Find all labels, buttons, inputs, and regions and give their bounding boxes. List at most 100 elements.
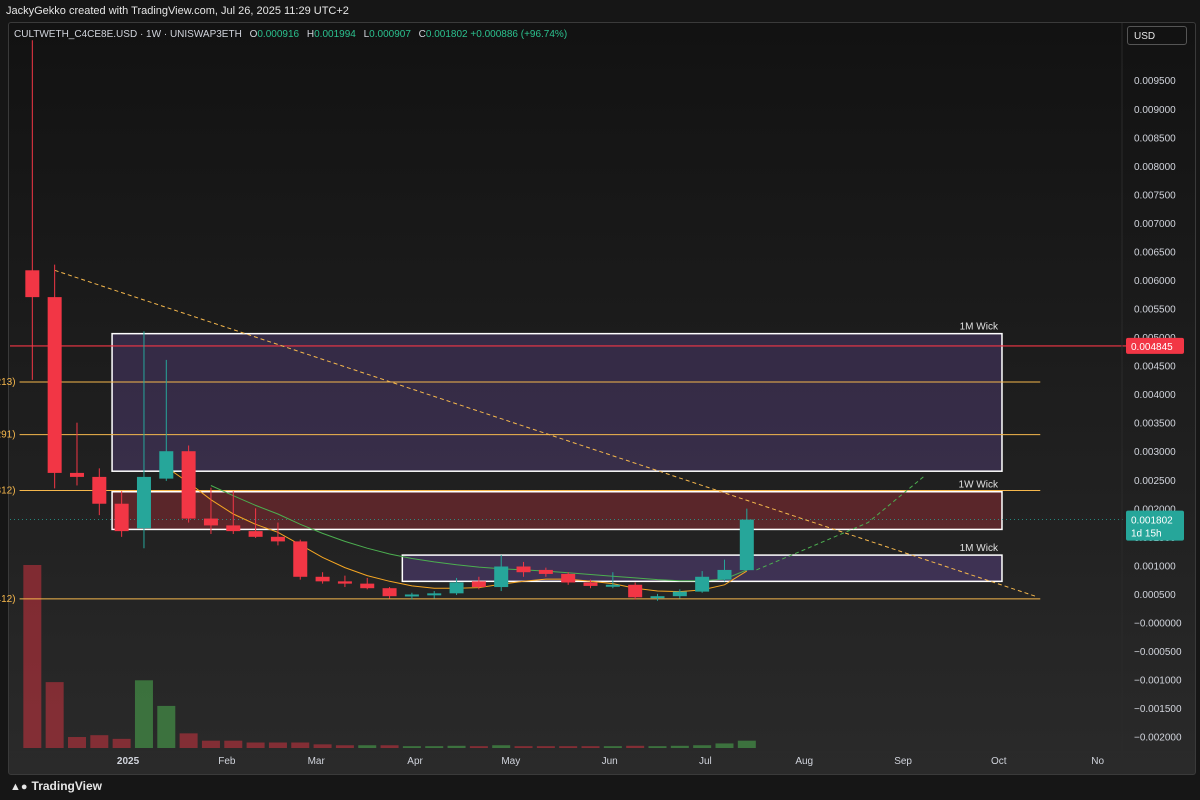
volume-bar <box>90 735 109 748</box>
y-axis-tick-label: 0.008500 <box>1134 133 1176 144</box>
volume-bar <box>693 745 712 748</box>
close-value: 0.001802 <box>425 29 468 40</box>
candle-body <box>583 582 598 586</box>
candle-body <box>449 582 464 594</box>
y-axis-tick-label: 0.008000 <box>1134 162 1176 173</box>
volume-bar <box>335 745 354 748</box>
y-axis-tick-label: 0.001000 <box>1134 561 1176 572</box>
volume-bar <box>514 746 533 748</box>
y-axis-tick-label: 0.007500 <box>1134 190 1176 201</box>
wick-zone-label: 1W Wick <box>959 480 999 491</box>
tradingview-footer[interactable]: ▲● TradingView <box>10 779 102 793</box>
volume-bar <box>358 745 377 748</box>
candle-body <box>404 594 419 597</box>
candle-body <box>25 270 40 298</box>
candle-body <box>69 472 84 477</box>
candle-body <box>248 531 263 537</box>
volume-bar <box>112 738 131 748</box>
candle-body <box>382 588 397 597</box>
volume-bar <box>157 705 176 748</box>
candle-body <box>650 596 665 599</box>
wick-zone-label: 1M Wick <box>960 322 999 333</box>
candle-body <box>92 476 107 504</box>
candle-body <box>494 566 509 588</box>
volume-bar <box>670 745 689 748</box>
candle-body <box>315 576 330 582</box>
y-axis-tick-label: 0.009500 <box>1134 76 1176 87</box>
candle-body <box>561 573 576 583</box>
candlestick-chart[interactable]: 1M Wick 1W Wick 1M Wick 0.66 (0.004213) 0.5 … <box>0 0 1200 800</box>
volume-bar <box>603 746 622 748</box>
y-axis-tick-label: 0.005500 <box>1134 305 1176 316</box>
y-axis-tick-label: −0.000000 <box>1134 618 1182 629</box>
x-axis-tick-label: 2025 <box>117 756 140 767</box>
bar-countdown-text: 1d 15h <box>1131 529 1162 540</box>
fib-level-label: 0.66 (0.004213) <box>0 377 16 388</box>
volume-bar <box>425 746 444 748</box>
candle-body <box>360 583 375 589</box>
candle-body <box>628 584 643 598</box>
tradingview-logo-icon: ▲● <box>10 781 28 793</box>
y-axis-tick-label: −0.000500 <box>1134 647 1182 658</box>
candle-body <box>672 591 687 597</box>
volume-bar <box>536 746 555 748</box>
last-price-badge-text: 0.001802 <box>1131 516 1173 527</box>
price-line-badge-text: 0.004845 <box>1131 342 1173 353</box>
volume-bar <box>581 746 600 748</box>
y-axis-tick-label: 0.006000 <box>1134 276 1176 287</box>
candle-body <box>293 541 308 577</box>
volume-bar <box>447 745 466 748</box>
fib-level-label: 0 (0.000412) <box>0 594 16 605</box>
y-axis-tick-label: 0.004500 <box>1134 362 1176 373</box>
y-axis-tick-label: 0.004000 <box>1134 390 1176 401</box>
wick-zone-box <box>111 490 1003 531</box>
change-value: +0.000886 (+96.74%) <box>470 29 568 40</box>
volume-bar <box>201 740 220 748</box>
volume-bar <box>492 745 511 748</box>
volume-bar <box>380 745 399 748</box>
volume-bar <box>715 743 734 748</box>
volume-bar <box>224 740 243 748</box>
x-axis-tick-label: Feb <box>218 756 236 767</box>
candle-body <box>427 593 442 596</box>
volume-bar <box>402 746 421 748</box>
y-axis-tick-label: −0.002000 <box>1134 733 1182 744</box>
candle-body <box>717 569 732 580</box>
candle-body <box>270 536 285 542</box>
x-axis-tick-label: Mar <box>308 756 326 767</box>
y-axis-tick-label: 0.002500 <box>1134 476 1176 487</box>
x-axis-tick-label: No <box>1091 756 1104 767</box>
volume-bar <box>134 680 153 748</box>
y-axis-tick-label: 0.006500 <box>1134 247 1176 258</box>
candle-body <box>226 525 241 532</box>
symbol-name: CULTWETH_C4CE8E.USD · 1W · UNISWAP3ETH <box>14 29 242 40</box>
candle-body <box>695 576 710 592</box>
wick-zone-box <box>111 332 1003 472</box>
x-axis-tick-label: Aug <box>795 756 813 767</box>
candle-body <box>203 518 218 526</box>
x-axis-tick-label: May <box>501 756 520 767</box>
volume-bar <box>313 744 332 748</box>
volume-bar <box>67 737 86 748</box>
x-axis-tick-label: Apr <box>407 756 423 767</box>
y-axis-tick-label: 0.003000 <box>1134 447 1176 458</box>
volume-bar <box>291 742 310 748</box>
currency-selector[interactable]: USD <box>1127 26 1187 45</box>
volume-bar <box>179 733 198 748</box>
candle-body <box>538 569 553 574</box>
open-value: 0.000916 <box>257 29 300 40</box>
volume-bar <box>246 742 265 748</box>
candle-body <box>159 451 174 479</box>
low-value: 0.000907 <box>369 29 411 40</box>
fib-level-label: 0.33 (0.002312) <box>0 485 16 496</box>
volume-bar <box>737 740 756 748</box>
candle-body <box>471 581 486 588</box>
y-axis-tick-label: −0.001000 <box>1134 676 1182 687</box>
candle-body <box>114 503 129 532</box>
candle-body <box>337 581 352 584</box>
wick-zone-label: 1M Wick <box>960 543 999 554</box>
candle-body <box>47 297 62 473</box>
x-axis-tick-label: Jun <box>602 756 618 767</box>
y-axis-tick-label: −0.001500 <box>1134 704 1182 715</box>
volume-bar <box>559 746 578 748</box>
